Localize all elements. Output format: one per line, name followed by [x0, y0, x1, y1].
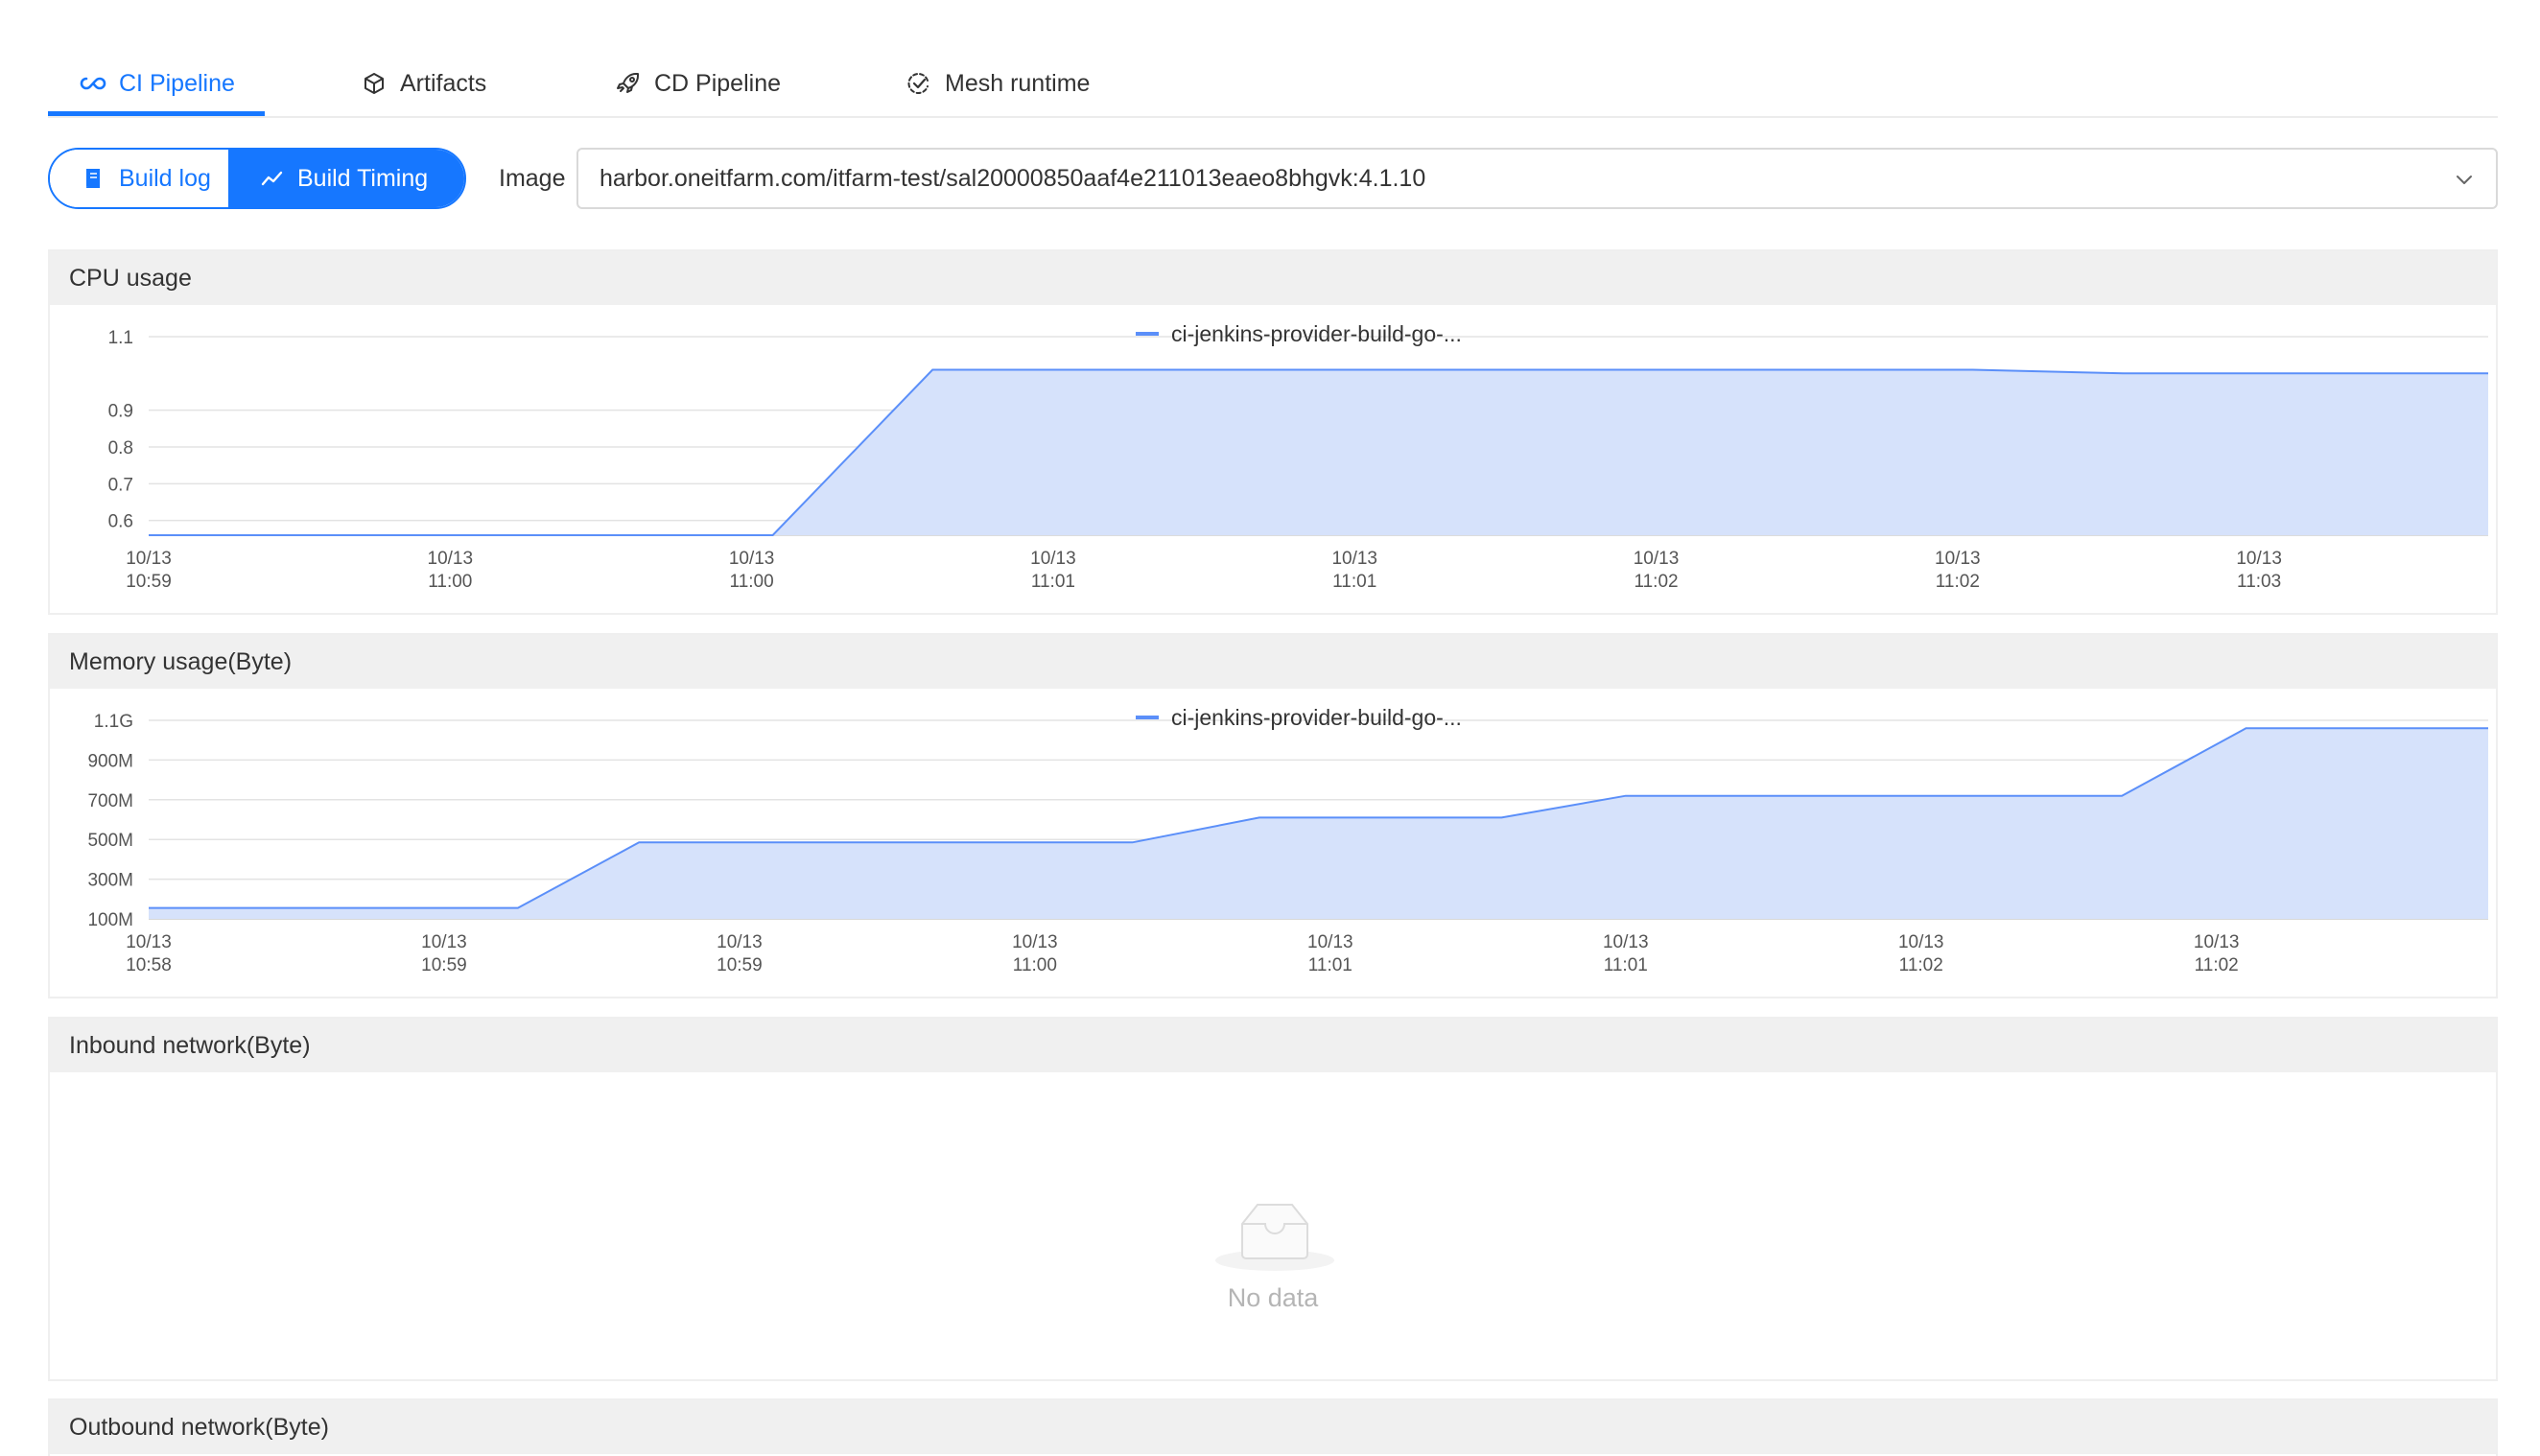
cube-icon [360, 69, 388, 98]
x-tick-label: 10/13 11:03 [2236, 549, 2282, 592]
view-toggle: Build log Build Timing [48, 148, 466, 209]
toolbar: Build log Build Timing Image harbor.onei… [48, 148, 2498, 209]
y-tick-label: 300M [87, 871, 133, 891]
x-tick-label: 10/13 10:59 [126, 549, 172, 592]
legend-label: ci-jenkins-provider-build-go-... [1171, 321, 1462, 346]
tab-cd-pipeline[interactable]: CD Pipeline [614, 61, 781, 106]
tab-bar: CI Pipeline Artifacts CD Pipeline Mesh r… [48, 0, 2498, 118]
y-tick-label: 0.6 [108, 512, 133, 532]
cpu-usage-chart: 1.1 0.9 0.8 0.7 0.6 10/13 10:59 10/13 11:00 10/13… [108, 321, 2488, 592]
tab-ci-pipeline[interactable]: CI Pipeline [79, 61, 235, 106]
y-tick-label: 100M [87, 910, 133, 930]
outbound-network-panel: Outbound network(Byte) [48, 1398, 2498, 1456]
rocket-icon [614, 69, 643, 98]
x-tick-label: 10/13 11:02 [1898, 932, 1944, 975]
y-tick-label: 700M [87, 791, 133, 811]
panel-title: Outbound network(Byte) [50, 1400, 2496, 1454]
tab-mesh-runtime[interactable]: Mesh runtime [905, 61, 1090, 106]
y-tick-label: 1.1 [108, 328, 133, 348]
book-icon [82, 167, 106, 190]
build-log-button[interactable]: Build log [50, 150, 228, 207]
y-tick-label: 0.7 [108, 475, 133, 495]
image-label: Image [499, 164, 566, 192]
y-tick-label: 1.1G [94, 712, 133, 732]
cpu-usage-panel: CPU usage 1.1 0.9 0.8 0.7 0.6 10/13 10:59 10/13… [48, 249, 2498, 615]
x-tick-label: 10/13 11:02 [1634, 549, 1680, 592]
panel-title: Memory usage(Byte) [50, 635, 2496, 689]
y-tick-label: 0.8 [108, 438, 133, 458]
y-tick-label: 0.9 [108, 402, 133, 422]
tab-label: Artifacts [400, 69, 487, 97]
active-tab-indicator [48, 111, 265, 116]
empty-state: No data [50, 1072, 2496, 1379]
x-tick-label: 10/13 11:01 [1603, 932, 1649, 975]
x-tick-label: 10/13 10:59 [717, 932, 763, 975]
image-select[interactable]: harbor.oneitfarm.com/itfarm-test/sal2000… [576, 148, 2498, 209]
panel-title: CPU usage [50, 251, 2496, 305]
chevron-down-icon [2454, 169, 2475, 190]
legend-label: ci-jenkins-provider-build-go-... [1171, 705, 1462, 730]
empty-state-text: No data [1227, 1283, 1319, 1312]
line-chart-icon [261, 167, 284, 190]
build-timing-button[interactable]: Build Timing [228, 150, 464, 207]
x-tick-label: 10/13 11:01 [1030, 549, 1076, 592]
build-timing-label: Build Timing [297, 164, 429, 192]
x-tick-label: 10/13 11:01 [1331, 549, 1377, 592]
check-cycle-icon [905, 69, 933, 98]
panel-title: Inbound network(Byte) [50, 1019, 2496, 1072]
series-area [149, 369, 2488, 535]
build-log-label: Build log [119, 164, 211, 192]
x-tick-label: 10/13 11:02 [1935, 549, 1981, 592]
tab-label: CD Pipeline [654, 69, 782, 97]
memory-usage-panel: Memory usage(Byte) 1.1G 900M 700M 500M 300M 1… [48, 633, 2498, 998]
x-tick-label: 10/13 11:01 [1307, 932, 1353, 975]
tab-label: CI Pipeline [119, 69, 235, 97]
x-tick-label: 10/13 11:00 [729, 549, 775, 592]
x-tick-label: 10/13 11:00 [1012, 932, 1058, 975]
memory-usage-chart: 1.1G 900M 700M 500M 300M 100M10/13 10:58 10/13 1… [87, 705, 2488, 975]
series-area [149, 728, 2488, 919]
x-tick-label: 10/13 10:58 [126, 932, 172, 975]
x-tick-label: 10/13 11:02 [2194, 932, 2240, 975]
tab-artifacts[interactable]: Artifacts [360, 61, 486, 106]
infinity-icon [79, 69, 107, 98]
empty-inbox-icon [1213, 1186, 1357, 1281]
y-tick-label: 500M [87, 831, 133, 851]
x-tick-label: 10/13 10:59 [421, 932, 467, 975]
y-tick-label: 900M [87, 751, 133, 771]
x-tick-label: 10/13 11:00 [428, 549, 474, 592]
inbound-network-panel: Inbound network(Byte) No data [48, 1017, 2498, 1381]
tab-label: Mesh runtime [945, 69, 1091, 97]
image-select-value: harbor.oneitfarm.com/itfarm-test/sal2000… [600, 164, 1426, 192]
